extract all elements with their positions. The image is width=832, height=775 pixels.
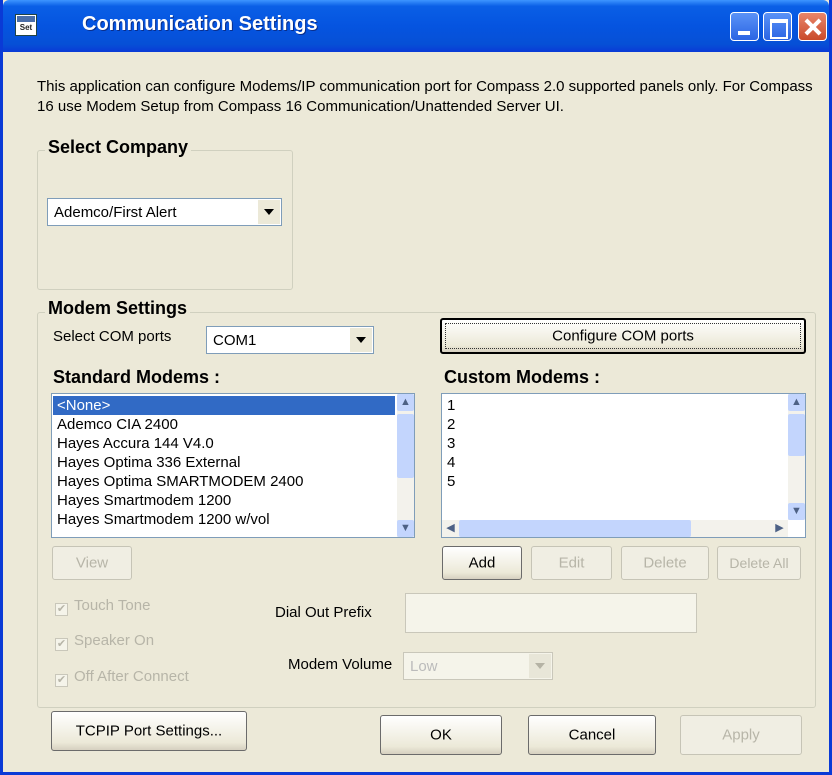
custom-modems-list[interactable]: 1 2 3 4 5 ▲ ▼ ◀ ▶ [441,393,806,538]
scroll-thumb[interactable] [788,414,805,456]
com-port-value: COM1 [213,332,257,349]
list-item[interactable]: Hayes Optima SMARTMODEM 2400 [53,472,395,491]
cancel-button-label: Cancel [568,726,616,744]
standard-modems-scrollbar[interactable]: ▲ ▼ [397,394,414,537]
tcpip-port-settings-button[interactable]: TCPIP Port Settings... [51,711,247,751]
standard-modems-heading: Standard Modems : [53,367,221,387]
maximize-button[interactable] [763,12,792,41]
checkmark-icon: ✔ [55,638,68,651]
list-item[interactable]: 3 [443,434,786,453]
checkmark-icon: ✔ [55,603,68,616]
speaker-on-label: Speaker On [74,632,155,649]
chevron-down-icon[interactable] [529,654,551,678]
delete-all-button[interactable]: Delete All [717,546,801,580]
add-button-label: Add [468,554,496,572]
scroll-up-icon[interactable]: ▲ [788,394,805,411]
communication-settings-window: Set Communication Settings This applicat… [0,0,832,775]
ok-button-label: OK [430,726,452,744]
ok-button[interactable]: OK [380,715,502,755]
dial-out-prefix-input[interactable] [405,593,697,633]
com-port-select[interactable]: COM1 [206,326,374,354]
list-item[interactable]: 1 [443,396,786,415]
configure-com-ports-button[interactable]: Configure COM ports [440,318,806,354]
close-button[interactable] [798,12,827,41]
list-item[interactable]: 4 [443,453,786,472]
modem-volume-label: Modem Volume [288,656,393,673]
tcpip-port-settings-label: TCPIP Port Settings... [75,722,223,740]
delete-button[interactable]: Delete [621,546,709,580]
custom-modems-vscrollbar[interactable]: ▲ ▼ [788,394,805,520]
info-text: This application can configure Modems/IP… [37,78,813,115]
touch-tone-checkbox[interactable]: ✔ Touch Tone [55,597,150,616]
scroll-thumb[interactable] [397,414,414,478]
chevron-down-icon[interactable] [350,328,372,352]
add-button[interactable]: Add [442,546,522,580]
window-title: Communication Settings [82,13,318,35]
touch-tone-label: Touch Tone [74,597,151,614]
list-item[interactable]: Ademco CIA 2400 [53,415,395,434]
modem-settings-legend: Modem Settings [45,298,191,319]
apply-button[interactable]: Apply [680,715,802,755]
app-icon: Set [15,14,37,36]
scroll-down-icon[interactable]: ▼ [788,503,805,520]
custom-modems-hscrollbar[interactable]: ◀ ▶ [442,520,788,537]
apply-button-label: Apply [722,726,760,744]
scroll-left-icon[interactable]: ◀ [442,520,459,537]
list-item[interactable]: Hayes Smartmodem 1200 [53,491,395,510]
off-after-connect-label: Off After Connect [74,668,189,685]
edit-button-label: Edit [558,554,585,572]
delete-button-label: Delete [643,554,687,572]
scroll-right-icon[interactable]: ▶ [771,520,788,537]
com-ports-label: Select COM ports [53,328,172,345]
title-bar[interactable]: Set Communication Settings [3,0,829,52]
dial-out-prefix-label: Dial Out Prefix [275,604,372,621]
scroll-up-icon[interactable]: ▲ [397,394,414,411]
list-item[interactable]: Hayes Smartmodem 1200 w/vol [53,510,395,529]
scroll-thumb[interactable] [459,520,691,537]
list-item[interactable]: 5 [443,472,786,491]
chevron-down-icon[interactable] [258,200,280,224]
delete-all-button-label: Delete All [729,555,789,571]
company-select-value: Ademco/First Alert [54,204,177,221]
modem-volume-value: Low [410,658,438,675]
view-button[interactable]: View [52,546,132,580]
speaker-on-checkbox[interactable]: ✔ Speaker On [55,632,154,651]
cancel-button[interactable]: Cancel [528,715,656,755]
checkmark-icon: ✔ [55,674,68,687]
list-item[interactable]: <None> [53,396,395,415]
configure-com-ports-label: Configure COM ports [552,327,694,345]
select-company-legend: Select Company [45,137,192,158]
scroll-down-icon[interactable]: ▼ [397,520,414,537]
edit-button[interactable]: Edit [531,546,612,580]
minimize-button[interactable] [730,12,759,41]
list-item[interactable]: Hayes Accura 144 V4.0 [53,434,395,453]
company-select[interactable]: Ademco/First Alert [47,198,282,226]
modem-volume-select[interactable]: Low [403,652,553,680]
custom-modems-heading: Custom Modems : [444,367,601,387]
standard-modems-list[interactable]: <None> Ademco CIA 2400 Hayes Accura 144 … [51,393,415,538]
view-button-label: View [75,554,109,572]
list-item[interactable]: 2 [443,415,786,434]
list-item[interactable]: Hayes Optima 336 External [53,453,395,472]
off-after-connect-checkbox[interactable]: ✔ Off After Connect [55,668,189,687]
